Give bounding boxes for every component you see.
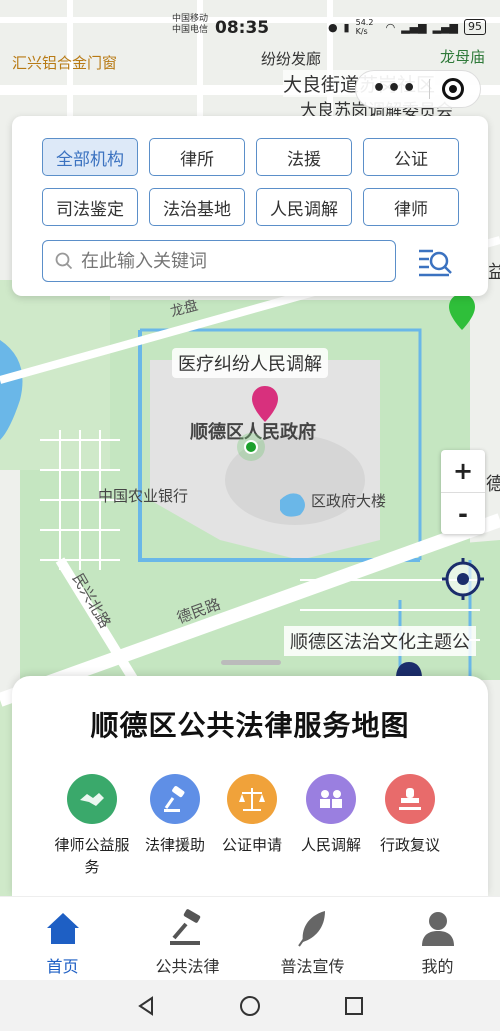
location-icon: ● xyxy=(327,20,338,34)
network-speed: 54.2 K/s xyxy=(355,18,374,36)
pin-marker-green[interactable] xyxy=(447,292,477,332)
scales-icon xyxy=(227,774,277,824)
drag-handle[interactable] xyxy=(221,660,281,665)
gavel-icon xyxy=(150,774,200,824)
filter-chip-legal-aid[interactable]: 法援 xyxy=(256,138,352,176)
search-box[interactable] xyxy=(42,240,396,282)
carrier-labels: 中国移动 中国电信 xyxy=(172,14,209,35)
tab-home[interactable]: 首页 xyxy=(0,897,125,980)
capsule-divider xyxy=(429,79,431,99)
tab-public-law[interactable]: 公共法律 xyxy=(125,897,250,980)
system-nav-bar xyxy=(0,980,500,1031)
filter-chip-law-firm[interactable]: 律所 xyxy=(149,138,245,176)
service-legal-aid[interactable]: 法律援助 xyxy=(135,774,215,856)
gavel-icon xyxy=(166,905,210,951)
vibrate-icon: ▮ xyxy=(343,20,350,34)
stamp-icon xyxy=(385,774,435,824)
service-label: 法律援助 xyxy=(144,836,205,854)
locate-me-icon[interactable] xyxy=(440,556,486,602)
list-search-icon[interactable] xyxy=(415,241,455,281)
back-icon[interactable] xyxy=(134,994,158,1018)
battery-icon: 95 xyxy=(464,19,486,35)
zoom-control: + - xyxy=(441,450,485,534)
service-lawyer-probono[interactable]: 律师公益服务 xyxy=(52,774,132,878)
service-admin-review[interactable]: 行政复议 xyxy=(370,774,450,856)
zoom-out-button[interactable]: - xyxy=(441,492,485,534)
service-label: 公证申请 xyxy=(221,836,282,854)
status-icons: ● ▮ 54.2 K/s ◠ ▂▄▆ ▂▄▆ 95 xyxy=(328,18,486,36)
pin-marker-red[interactable] xyxy=(250,384,280,424)
service-label: 行政复议 xyxy=(379,836,440,854)
user-icon xyxy=(418,905,458,951)
close-target-icon[interactable] xyxy=(442,78,465,100)
tab-mine[interactable]: 我的 xyxy=(375,897,500,980)
user-location-marker xyxy=(237,433,265,461)
filter-chip-all[interactable]: 全部机构 xyxy=(42,138,138,176)
signal-icon: ▂▄▆ xyxy=(401,20,427,34)
clock: 08:35 xyxy=(215,18,270,38)
filter-chip-notary[interactable]: 公证 xyxy=(363,138,459,176)
tab-bar: 首页 公共法律 普法宣传 我的 xyxy=(0,896,500,980)
home-circle-icon[interactable] xyxy=(238,994,262,1018)
search-input[interactable] xyxy=(81,250,371,272)
sheet-title: 顺德区公共法律服务地图 xyxy=(90,709,410,742)
filter-chip-legal-base[interactable]: 法治基地 xyxy=(149,188,245,226)
home-icon xyxy=(43,905,83,951)
search-icon xyxy=(55,252,73,270)
filter-chip-forensic[interactable]: 司法鉴定 xyxy=(42,188,138,226)
status-bar: 中国移动 中国电信 08:35 ● ▮ 54.2 K/s ◠ ▂▄▆ ▂▄▆ 9… xyxy=(0,0,500,42)
signal-icon: ▂▄▆ xyxy=(432,20,458,34)
filter-panel: 全部机构 律所 法援 公证 司法鉴定 法治基地 人民调解 律师 xyxy=(12,116,488,296)
handshake-icon xyxy=(67,774,117,824)
service-mediation[interactable]: 人民调解 xyxy=(291,774,371,856)
feather-icon xyxy=(293,905,333,951)
filter-chip-mediation[interactable]: 人民调解 xyxy=(256,188,352,226)
recents-icon[interactable] xyxy=(342,994,366,1018)
miniprogram-capsule[interactable]: ••• xyxy=(355,70,481,108)
more-icon[interactable]: ••• xyxy=(372,78,417,100)
filter-chip-lawyer[interactable]: 律师 xyxy=(363,188,459,226)
people-icon xyxy=(306,774,356,824)
bottom-sheet: 顺德区公共法律服务地图 律师公益服务 法律援助 公证申请 人民调解 行政复议 xyxy=(12,676,488,896)
service-label: 人民调解 xyxy=(300,836,361,854)
wifi-icon: ◠ xyxy=(385,20,396,34)
service-notary[interactable]: 公证申请 xyxy=(212,774,292,856)
zoom-in-button[interactable]: + xyxy=(441,450,485,492)
tab-law-promotion[interactable]: 普法宣传 xyxy=(250,897,375,980)
service-label: 律师公益服务 xyxy=(54,836,130,876)
